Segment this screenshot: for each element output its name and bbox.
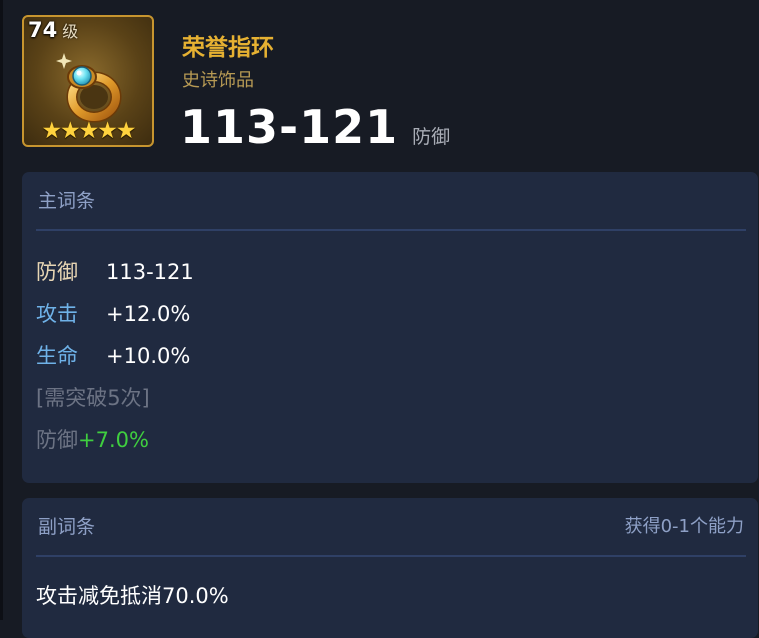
sub-affix-title: 副词条 <box>38 516 96 538</box>
main-affix-value: 113-121 <box>106 260 194 284</box>
main-affix-label: 生命 <box>36 344 78 368</box>
sub-affix-divider <box>36 555 746 557</box>
item-rarity: 史诗饰品 <box>182 70 254 91</box>
main-affix-divider <box>36 229 746 231</box>
main-affix-label: 攻击 <box>36 302 78 326</box>
main-affix-row: 防御 113-121 <box>36 256 194 286</box>
level-number: 74 <box>28 18 58 42</box>
item-name: 荣誉指环 <box>182 35 274 61</box>
sub-affix-row: 攻击减免抵消70.0% <box>36 580 229 610</box>
window-edge <box>0 0 3 620</box>
primary-stat: 113-121 防御 <box>180 100 450 154</box>
sub-affix-panel: 副词条 获得0-1个能力 攻击减免抵消70.0% <box>22 498 758 638</box>
main-affix-row: 生命 +10.0% <box>36 340 190 370</box>
locked-requirement-text: [需突破5次] <box>36 386 150 410</box>
rarity-stars: ★★★★★ <box>41 118 136 144</box>
main-affix-title: 主词条 <box>38 190 96 212</box>
main-affix-panel: 主词条 防御 113-121 攻击 +12.0% 生命 +10.0% [需突破5… <box>22 172 758 483</box>
locked-affix-row: 防御 +7.0% <box>36 424 149 454</box>
main-affix-label: 防御 <box>36 260 78 284</box>
main-affix-value: +12.0% <box>106 302 191 326</box>
level-unit: 级 <box>62 22 79 41</box>
item-icon-frame[interactable]: 74 级 ★★★★★ <box>22 15 154 147</box>
main-affix-row: 攻击 +12.0% <box>36 298 190 328</box>
locked-requirement: [需突破5次] <box>36 382 150 412</box>
locked-affix-value: +7.0% <box>78 428 149 452</box>
locked-affix-label: 防御 <box>36 428 78 452</box>
main-affix-value: +10.0% <box>106 344 191 368</box>
sub-affix-note: 获得0-1个能力 <box>624 516 744 537</box>
ring-icon <box>56 53 122 123</box>
primary-stat-value: 113-121 <box>180 100 399 154</box>
sub-affix-text: 攻击减免抵消70.0% <box>36 584 229 608</box>
item-level: 74 级 <box>28 18 78 42</box>
primary-stat-label: 防御 <box>412 126 451 148</box>
